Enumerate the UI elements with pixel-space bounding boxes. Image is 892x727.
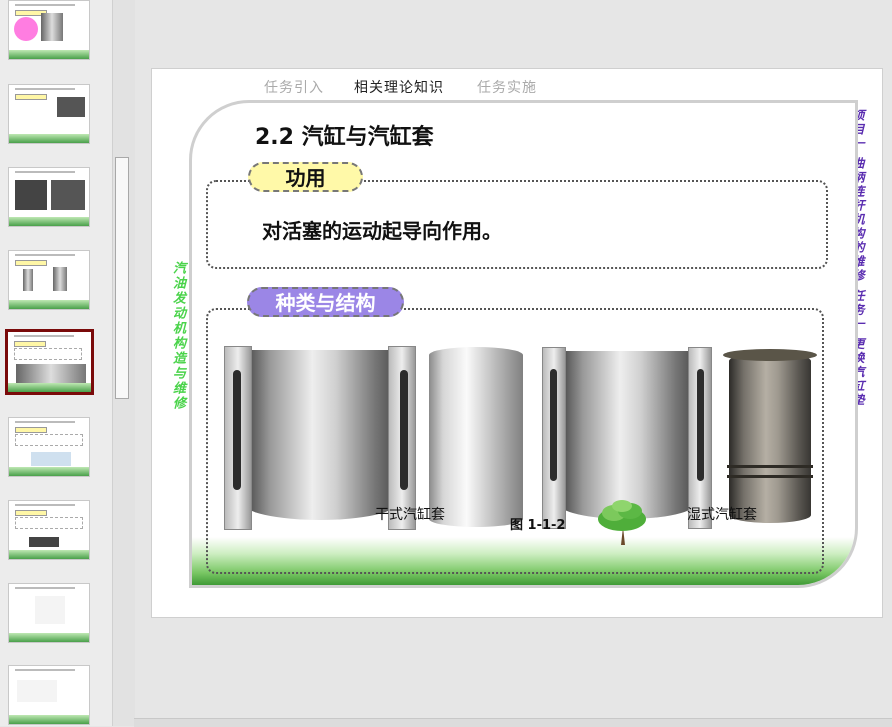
slide-thumbnail-7[interactable] <box>8 500 90 560</box>
wet-liner-image <box>723 347 817 529</box>
thumbnail-scrollbar[interactable] <box>112 0 135 726</box>
slide-thumbnail-6[interactable] <box>8 417 90 477</box>
scrollbar-thumb[interactable] <box>115 157 129 399</box>
slide-thumbnail-9[interactable] <box>8 665 90 725</box>
slide-thumbnail-4[interactable] <box>8 250 90 310</box>
nav-tab-intro[interactable]: 任务引入 <box>264 77 324 97</box>
dry-liner-caption: 干式汽缸套 <box>375 507 445 523</box>
tree-decoration <box>598 500 646 545</box>
slide-thumbnail-3[interactable] <box>8 167 90 227</box>
nav-tab-practice[interactable]: 任务实施 <box>477 77 537 97</box>
slide-thumbnail-pane <box>0 0 112 726</box>
slide-thumbnail-1[interactable] <box>8 0 90 60</box>
function-label: 功用 <box>248 162 363 192</box>
figure-caption: 图 1-1-2 <box>510 518 566 533</box>
slide-canvas: 任务引入 相关理论知识 任务实施 汽油发动机构造与维修 项目一 曲柄连杆机构的维… <box>151 68 883 618</box>
slide-thumbnail-2[interactable] <box>8 84 90 144</box>
course-title-vertical: 汽油发动机构造与维修 <box>170 261 185 411</box>
section-title: 2.2 汽缸与汽缸套 <box>255 125 434 150</box>
function-text: 对活塞的运动起导向作用。 <box>262 219 502 243</box>
wet-liner-caption: 湿式汽缸套 <box>687 507 757 523</box>
slide-thumbnail-5[interactable] <box>5 329 94 395</box>
dry-liner-image <box>429 347 523 527</box>
slide-thumbnail-8[interactable] <box>8 583 90 643</box>
types-label: 种类与结构 <box>247 287 404 317</box>
nav-tab-theory[interactable]: 相关理论知识 <box>354 77 444 97</box>
